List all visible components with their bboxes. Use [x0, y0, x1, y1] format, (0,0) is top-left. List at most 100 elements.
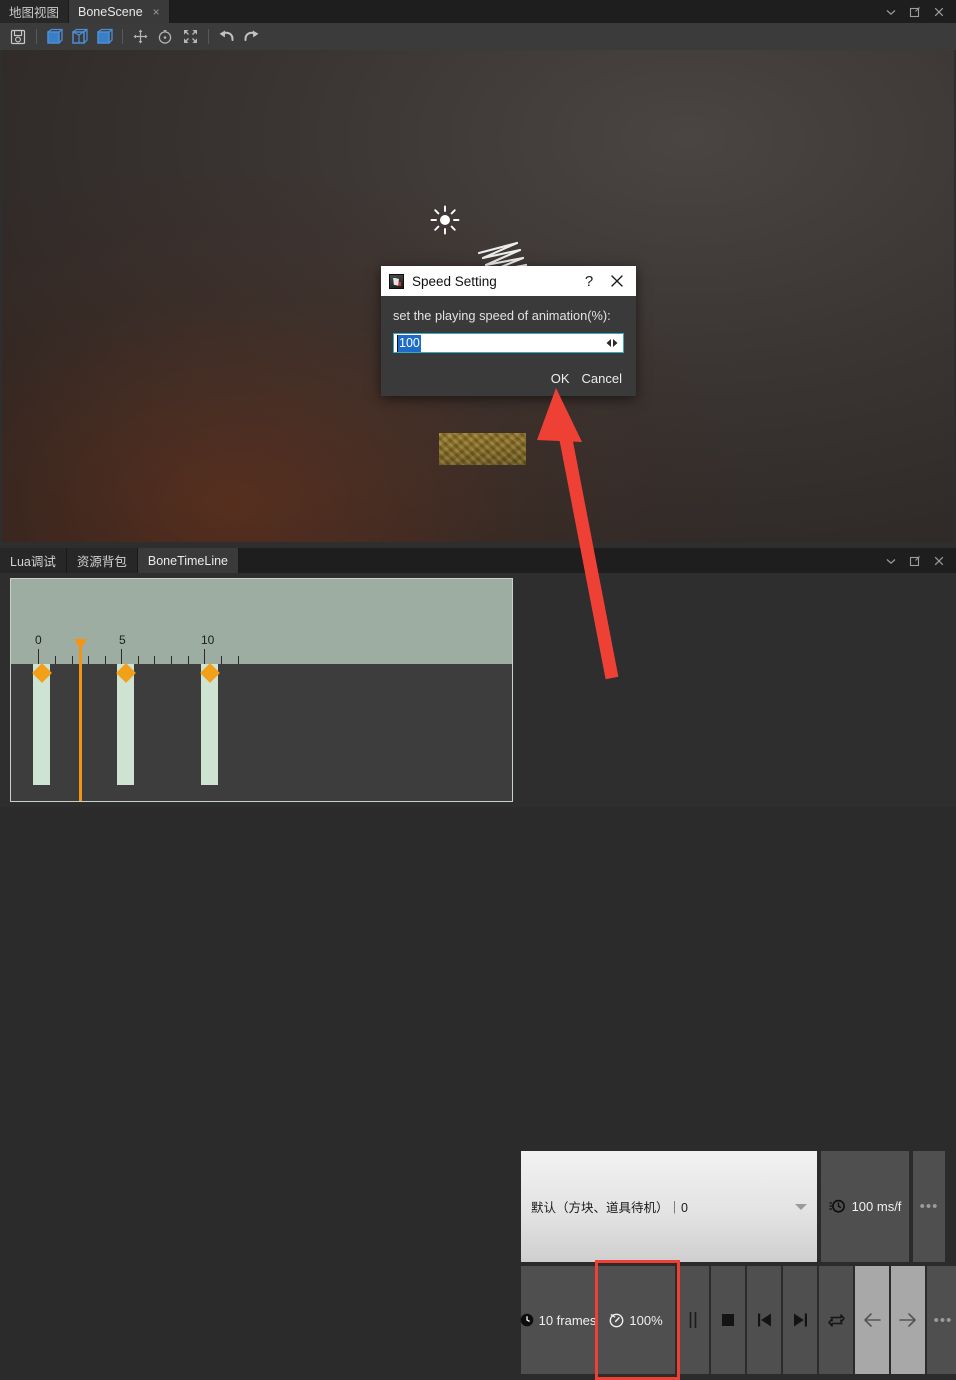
undo-icon[interactable] — [214, 26, 238, 48]
top-tab-bar: 地图视图 BoneScene × — [0, 0, 956, 23]
save-icon[interactable] — [6, 26, 30, 48]
stop-icon — [720, 1312, 736, 1328]
arrow-left-icon — [862, 1312, 882, 1328]
ruler-minor-tick — [55, 656, 56, 664]
timeline-ruler[interactable]: 0 5 10 — [11, 579, 512, 664]
bottom-tab-bone-timeline[interactable]: BoneTimeLine — [137, 548, 240, 573]
bottom-tab-lua-debug-label: Lua调试 — [10, 555, 56, 569]
bottom-tab-bone-timeline-label: BoneTimeLine — [147, 553, 229, 568]
speed-100-percent-button[interactable]: 100% — [597, 1266, 675, 1374]
timeline-track-area[interactable] — [11, 663, 512, 801]
bottom-tab-resource-pack-label: 资源背包 — [76, 555, 127, 569]
ruler-minor-tick — [105, 656, 106, 664]
app-icon — [389, 273, 404, 289]
view-perspective-icon[interactable] — [92, 26, 116, 48]
ruler-label: 0 — [35, 633, 42, 647]
panel-chevron-down-icon[interactable] — [880, 551, 902, 571]
view-side-icon[interactable] — [67, 26, 91, 48]
stop-button[interactable] — [711, 1266, 745, 1374]
dialog-body: set the playing speed of animation(%): 1… — [381, 296, 636, 361]
ok-button[interactable]: OK — [547, 370, 574, 387]
rotate-tool-icon[interactable] — [153, 26, 177, 48]
ruler-minor-tick — [188, 656, 189, 664]
frame-count-display[interactable]: 10 frames — [520, 1266, 597, 1374]
undock-icon[interactable] — [904, 2, 926, 22]
ruler-minor-tick — [88, 656, 89, 664]
sun-light-gizmo-icon[interactable] — [430, 205, 460, 235]
bottom-tab-bar: Lua调试 资源背包 BoneTimeLine — [0, 548, 956, 573]
clock-icon — [520, 1313, 534, 1327]
bone-timeline-panel: 0 5 10 默认（方块、道具待机）｜0 100 ms/f ••• 10 frame… — [0, 573, 956, 1380]
loop-toggle-button[interactable] — [819, 1266, 853, 1374]
toolbar-separator-3 — [208, 29, 209, 44]
dialog-button-row: OK Cancel — [381, 361, 636, 396]
move-tool-icon[interactable] — [128, 26, 152, 48]
loop-icon — [827, 1312, 845, 1328]
window-controls — [880, 0, 956, 23]
close-icon[interactable] — [928, 2, 950, 22]
dialog-title: Speed Setting — [412, 273, 497, 289]
previous-frame-button[interactable] — [747, 1266, 781, 1374]
panel-undock-icon[interactable] — [904, 551, 926, 571]
tab-bonescene-label: BoneScene — [78, 4, 143, 19]
speed-input-spinbox[interactable]: 100 — [393, 333, 624, 353]
ruler-label: 10 — [201, 633, 215, 647]
next-frame-button[interactable] — [783, 1266, 817, 1374]
ruler-minor-tick — [72, 656, 73, 664]
chevron-down-icon[interactable] — [880, 2, 902, 22]
bottom-panel-window-controls — [880, 548, 956, 573]
speedometer-icon — [609, 1313, 624, 1328]
skip-next-icon — [792, 1312, 809, 1328]
toolbar-separator-2 — [122, 29, 123, 44]
ruler-minor-tick — [138, 656, 139, 664]
ruler-minor-tick — [171, 656, 172, 664]
dialog-title-bar[interactable]: Speed Setting ? — [381, 266, 636, 296]
animation-select-value: 默认（方块、道具待机）｜0 — [531, 1201, 688, 1215]
spinner-arrows-icon[interactable] — [605, 334, 619, 352]
scale-tool-icon[interactable] — [178, 26, 202, 48]
step-forward-button[interactable] — [891, 1266, 925, 1374]
more-options-button[interactable]: ••• — [927, 1266, 956, 1374]
ruler-label: 5 — [119, 633, 126, 647]
help-button[interactable]: ? — [576, 268, 602, 294]
tab-map-view-label: 地图视图 — [9, 6, 60, 20]
tab-map-view[interactable]: 地图视图 — [0, 0, 70, 23]
bottom-tab-resource-pack[interactable]: 资源背包 — [66, 548, 138, 573]
speed-100-percent-button-label: 100% — [629, 1312, 663, 1328]
timeline-more-options-button[interactable]: ••• — [913, 1151, 945, 1262]
tab-bonescene-close-icon[interactable]: × — [153, 6, 160, 18]
cancel-button[interactable]: Cancel — [578, 370, 626, 387]
timeline-widget[interactable]: 0 5 10 — [10, 578, 513, 802]
frame-duration-display[interactable]: 100 ms/f — [821, 1151, 909, 1262]
chevron-down-icon[interactable] — [795, 1203, 807, 1210]
pause-icon — [686, 1311, 700, 1329]
redo-icon[interactable] — [239, 26, 263, 48]
view-front-icon[interactable] — [42, 26, 66, 48]
application-window: 地图视图 BoneScene × Speed Setting ? set the… — [0, 0, 956, 1380]
ruler-major-tick — [38, 649, 39, 664]
speed-input-value[interactable]: 100 — [397, 334, 421, 352]
dialog-close-icon[interactable] — [602, 268, 632, 294]
ruler-major-tick — [204, 649, 205, 664]
pause-button[interactable] — [677, 1266, 709, 1374]
animation-select[interactable]: 默认（方块、道具待机）｜0 — [521, 1151, 817, 1262]
playback-control-row: 10 frames 100% ••• — [520, 1266, 956, 1374]
skip-previous-icon — [756, 1312, 773, 1328]
clock-list-icon — [829, 1199, 845, 1213]
playhead-line[interactable] — [79, 645, 82, 801]
ruler-minor-tick — [154, 656, 155, 664]
top-tab-bar-spacer — [170, 0, 880, 23]
bottom-tab-lua-debug[interactable]: Lua调试 — [0, 548, 67, 573]
tab-bonescene[interactable]: BoneScene × — [69, 0, 170, 23]
main-toolbar — [0, 23, 956, 50]
ruler-minor-tick — [221, 656, 222, 664]
arrow-right-icon — [898, 1312, 918, 1328]
speed-setting-dialog: Speed Setting ? set the playing speed of… — [381, 266, 636, 396]
sandstone-block-object[interactable] — [439, 433, 526, 465]
panel-close-icon[interactable] — [928, 551, 950, 571]
frame-count-display-label: 10 frames — [538, 1312, 597, 1328]
dialog-prompt: set the playing speed of animation(%): — [393, 308, 611, 323]
ruler-minor-tick — [238, 656, 239, 664]
frame-duration-value: 100 ms/f — [851, 1199, 902, 1214]
step-back-button[interactable] — [855, 1266, 889, 1374]
